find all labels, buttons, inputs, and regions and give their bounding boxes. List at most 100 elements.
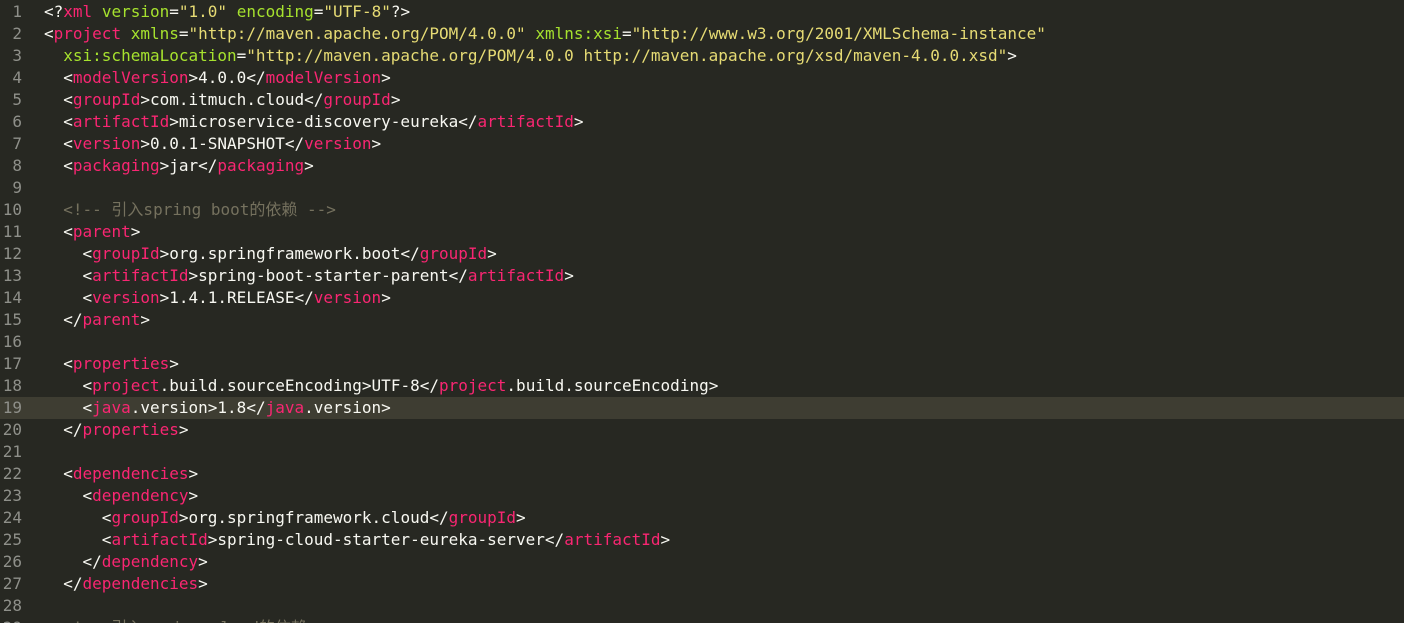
code-line[interactable]: 8 <packaging>jar</packaging> [0, 155, 1404, 177]
code-token: .version [304, 398, 382, 417]
code-line[interactable]: 24 <groupId>org.springframework.cloud</g… [0, 507, 1404, 529]
code-token: version [304, 134, 372, 153]
code-line[interactable]: 21 [0, 441, 1404, 463]
line-number: 3 [12, 46, 22, 65]
code-line[interactable]: 1 <?xml version="1.0" encoding="UTF-8"?> [0, 1, 1404, 23]
code-line[interactable]: 7 <version>0.0.1-SNAPSHOT</version> [0, 133, 1404, 155]
code-line[interactable]: 27 </dependencies> [0, 573, 1404, 595]
code-line[interactable]: 28 [0, 595, 1404, 617]
code-token: artifactId [477, 112, 574, 131]
line-code: <artifactId>microservice-discovery-eurek… [44, 111, 583, 133]
code-token: properties [82, 420, 179, 439]
code-token: > [660, 530, 671, 549]
code-token: > [516, 508, 526, 527]
line-number: 18 [2, 376, 22, 395]
code-line[interactable]: 10 <!-- 引入spring boot的依赖 --> [0, 199, 1404, 221]
line-code: <artifactId>spring-cloud-starter-eureka-… [44, 529, 670, 551]
code-token: > [390, 90, 401, 109]
code-line[interactable]: 5 <groupId>com.itmuch.cloud</groupId> [0, 89, 1404, 111]
code-line[interactable]: 3 xsi:schemaLocation="http://maven.apach… [0, 45, 1404, 67]
code-token: version [72, 134, 141, 153]
code-line[interactable]: 14 <version>1.4.1.RELEASE</version> [0, 287, 1404, 309]
code-token: xml [63, 2, 93, 21]
code-token: > [169, 354, 179, 373]
code-line[interactable]: 9 [0, 177, 1404, 199]
line-number: 27 [2, 574, 22, 593]
code-token: "http://maven.apache.org/POM/4.0.0" [188, 24, 526, 43]
code-token: "1.0" [178, 2, 228, 21]
line-code: <!-- 引入spring boot的依赖 --> [44, 199, 336, 221]
line-code: <!-- 引入spring cloud的依赖 --> [44, 617, 345, 623]
code-token: dependencies [82, 574, 199, 593]
code-token: < [101, 530, 112, 549]
code-token: = [313, 2, 324, 21]
code-token: 1.8 [217, 398, 247, 417]
code-token: version [313, 288, 382, 307]
code-token: </ [294, 288, 314, 307]
code-line[interactable]: 19 <java.version>1.8</java.version> [0, 397, 1404, 419]
code-line[interactable]: 17 <properties> [0, 353, 1404, 375]
code-line[interactable]: 2 <project xmlns="http://maven.apache.org… [0, 23, 1404, 45]
code-token: groupId [323, 90, 391, 109]
line-number: 6 [12, 112, 22, 131]
code-token: > [159, 244, 170, 263]
code-line[interactable]: 16 [0, 331, 1404, 353]
code-token: 1.4.1.RELEASE [169, 288, 295, 307]
code-token: .build.sourceEncoding [506, 376, 709, 395]
code-token: > [140, 310, 150, 329]
code-line[interactable]: 4 <modelVersion>4.0.0</modelVersion> [0, 67, 1404, 89]
code-token: = [169, 2, 179, 21]
code-line[interactable]: 12 <groupId>org.springframework.boot</gr… [0, 243, 1404, 265]
code-token: </ [400, 244, 420, 263]
line-number: 23 [2, 486, 22, 505]
line-code: <groupId>org.springframework.boot</group… [44, 243, 497, 265]
code-line[interactable]: 6 <artifactId>microservice-discovery-eur… [0, 111, 1404, 133]
code-token: </ [63, 310, 83, 329]
code-editor[interactable]: 1 <?xml version="1.0" encoding="UTF-8"?> 2… [0, 0, 1404, 623]
code-line[interactable]: 18 <project.build.sourceEncoding>UTF-8</… [0, 375, 1404, 397]
line-number: 14 [2, 288, 22, 307]
code-line[interactable]: 15 </parent> [0, 309, 1404, 331]
code-token: > [159, 156, 170, 175]
line-number: 12 [2, 244, 22, 263]
code-token: version [92, 288, 160, 307]
code-token: </ [284, 134, 305, 153]
code-line[interactable]: 25 <artifactId>spring-cloud-starter-eure… [0, 529, 1404, 551]
code-line[interactable]: 26 </dependency> [0, 551, 1404, 573]
code-token: artifactId [564, 530, 661, 549]
code-token: <!-- 引入spring cloud的依赖 --> [63, 618, 345, 623]
code-line[interactable]: 13 <artifactId>spring-boot-starter-paren… [0, 265, 1404, 287]
line-code: </properties> [44, 419, 188, 441]
code-token: </ [63, 574, 83, 593]
code-line[interactable]: 20 </properties> [0, 419, 1404, 441]
line-number: 28 [2, 596, 22, 615]
code-token: "UTF-8" [323, 2, 391, 21]
code-line[interactable]: 23 <dependency> [0, 485, 1404, 507]
code-token: > [1007, 46, 1017, 65]
code-line[interactable]: 29 <!-- 引入spring cloud的依赖 --> [0, 617, 1404, 623]
code-token: > [140, 134, 150, 153]
code-line[interactable]: 11 <parent> [0, 221, 1404, 243]
code-token: java [92, 398, 131, 417]
code-token: < [82, 288, 93, 307]
code-token: > [708, 376, 719, 395]
code-token: version [101, 2, 170, 21]
line-number: 20 [2, 420, 22, 439]
code-token: dependencies [72, 464, 189, 483]
code-line[interactable]: 22 <dependencies> [0, 463, 1404, 485]
code-token: < [63, 464, 73, 483]
code-token: < [101, 508, 112, 527]
line-code: <groupId>org.springframework.cloud</grou… [44, 507, 526, 529]
